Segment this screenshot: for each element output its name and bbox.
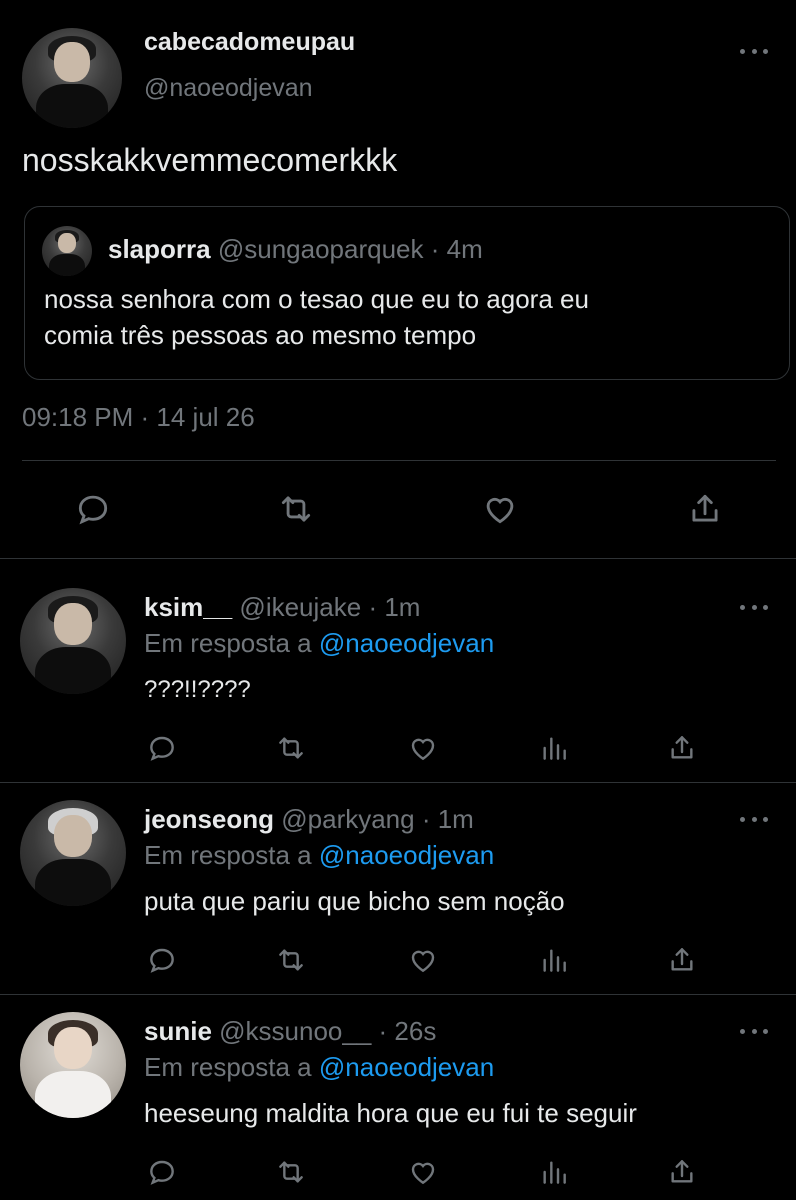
reply-analytics-icon[interactable] — [538, 732, 570, 764]
quoted-display-name: slaporra — [108, 234, 211, 264]
divider — [0, 994, 796, 995]
reply-avatar[interactable] — [20, 800, 126, 906]
main-share-icon[interactable] — [686, 490, 724, 528]
quoted-time: · 4m — [430, 234, 483, 264]
reply-display-name[interactable]: jeonseong — [144, 804, 274, 834]
reply-like-icon[interactable] — [406, 1156, 440, 1188]
reply-time: · 1m — [421, 804, 474, 834]
reply-text: puta que pariu que bicho sem noção — [144, 886, 565, 916]
reply-context: Em resposta a @naoeodjevan — [144, 840, 494, 871]
quoted-text-line2: comia três pessoas ao mesmo tempo — [44, 320, 477, 350]
reply-prefix: Em resposta a — [144, 628, 312, 658]
reply-share-icon[interactable] — [666, 1156, 698, 1188]
reply-retweet-icon[interactable] — [274, 944, 308, 976]
reply-text: ???!!???? — [144, 676, 251, 703]
reply-analytics-icon[interactable] — [538, 1156, 570, 1188]
reply-handle[interactable]: @parkyang — [281, 804, 414, 834]
quoted-text-line1: nossa senhora com o tesao que eu to agor… — [44, 284, 589, 314]
reply-share-icon[interactable] — [666, 944, 698, 976]
main-more-icon[interactable] — [740, 46, 768, 56]
quoted-avatar — [42, 226, 92, 276]
main-timestamp[interactable]: 09:18 PM · 14 jul 26 — [22, 402, 255, 433]
reply-share-icon[interactable] — [666, 732, 698, 764]
main-display-name[interactable]: cabecadomeupau — [144, 28, 355, 57]
reply-retweet-icon[interactable] — [274, 732, 308, 764]
divider — [0, 558, 796, 559]
reply-prefix: Em resposta a — [144, 1052, 312, 1082]
reply-like-icon[interactable] — [406, 944, 440, 976]
main-avatar[interactable] — [22, 28, 122, 128]
quoted-header: slaporra @sungaoparquek · 4m — [108, 234, 483, 265]
reply-prefix: Em resposta a — [144, 840, 312, 870]
reply-header: ksim__ @ikeujake · 1m — [144, 592, 420, 623]
reply-text: heeseung maldita hora que eu fui te segu… — [144, 1098, 637, 1128]
main-like-icon[interactable] — [480, 490, 520, 528]
reply-retweet-icon[interactable] — [274, 1156, 308, 1188]
quoted-handle: @sungaoparquek — [217, 234, 424, 264]
reply-context: Em resposta a @naoeodjevan — [144, 1052, 494, 1083]
reply-avatar[interactable] — [20, 588, 126, 694]
reply-handle[interactable]: @kssunoo__ — [219, 1016, 371, 1046]
reply-display-name[interactable]: ksim__ — [144, 592, 232, 622]
reply-header: sunie @kssunoo__ · 26s — [144, 1016, 436, 1047]
divider — [0, 782, 796, 783]
reply-more-icon[interactable] — [740, 1026, 768, 1036]
reply-time: · 26s — [378, 1016, 437, 1046]
reply-more-icon[interactable] — [740, 814, 768, 824]
reply-display-name[interactable]: sunie — [144, 1016, 212, 1046]
reply-reply-icon[interactable] — [146, 732, 178, 764]
reply-time: · 1m — [368, 592, 421, 622]
reply-analytics-icon[interactable] — [538, 944, 570, 976]
reply-to-link[interactable]: @naoeodjevan — [319, 628, 494, 658]
reply-reply-icon[interactable] — [146, 1156, 178, 1188]
reply-context: Em resposta a @naoeodjevan — [144, 628, 494, 659]
reply-reply-icon[interactable] — [146, 944, 178, 976]
main-handle[interactable]: @naoeodjevan — [144, 74, 313, 103]
reply-avatar[interactable] — [20, 1012, 126, 1118]
reply-like-icon[interactable] — [406, 732, 440, 764]
main-reply-icon[interactable] — [74, 490, 112, 528]
reply-header: jeonseong @parkyang · 1m — [144, 804, 474, 835]
reply-to-link[interactable]: @naoeodjevan — [319, 1052, 494, 1082]
divider — [22, 460, 776, 461]
main-tweet-text: nosskakkvemmecomerkkk — [22, 142, 398, 178]
reply-more-icon[interactable] — [740, 602, 768, 612]
main-retweet-icon[interactable] — [276, 490, 316, 528]
reply-handle[interactable]: @ikeujake — [239, 592, 361, 622]
reply-to-link[interactable]: @naoeodjevan — [319, 840, 494, 870]
